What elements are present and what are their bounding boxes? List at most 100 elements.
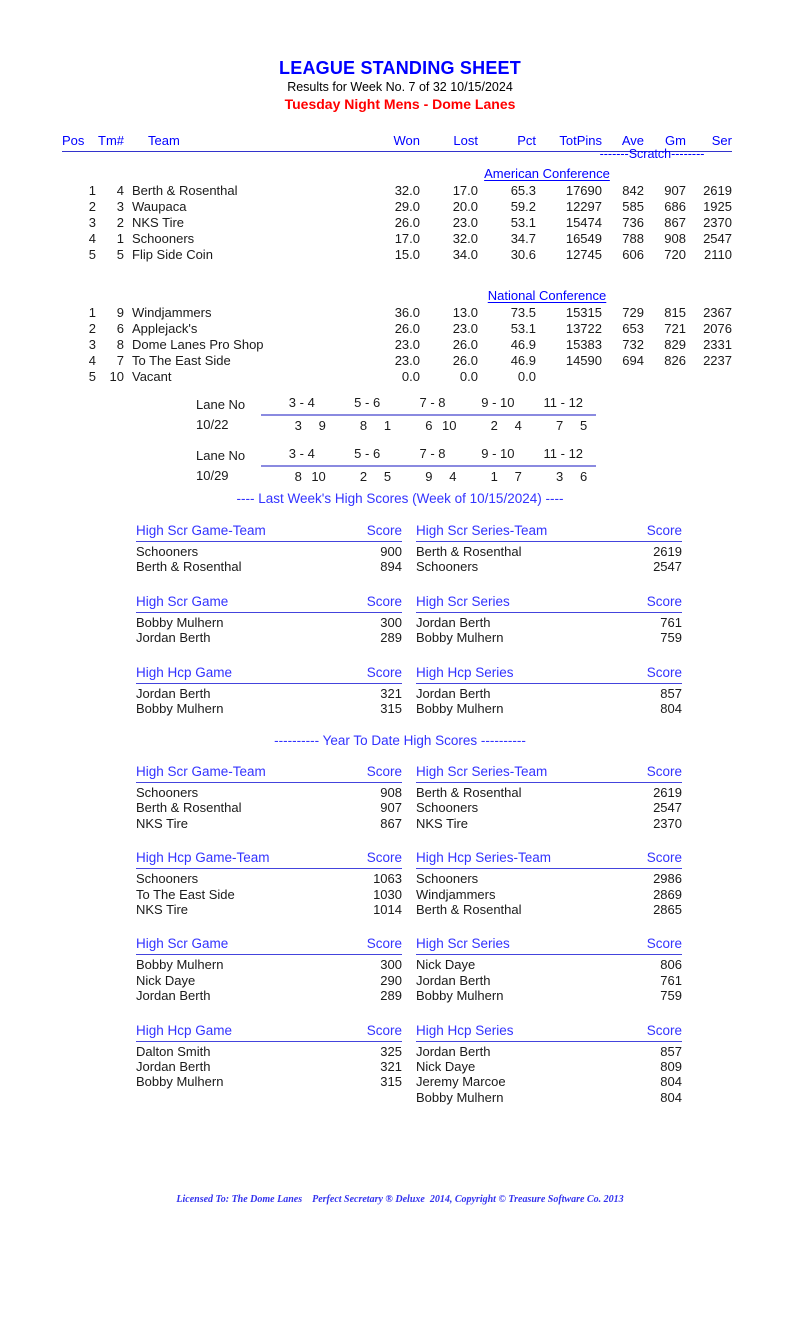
score-row[interactable]: Berth & Rosenthal 2619 [416, 542, 682, 560]
standings-cell-tm: 5 [116, 247, 124, 263]
score-row[interactable]: Jordan Berth 289 [136, 988, 402, 1003]
standings-cell-team: NKS Tire [132, 214, 185, 230]
score-row[interactable]: NKS Tire 867 [136, 816, 402, 831]
score-row[interactable]: Schooners 900 [136, 542, 402, 560]
score-row[interactable]: Schooners 2986 [416, 869, 682, 887]
score-row-value: 761 [660, 614, 682, 630]
standings-row[interactable]: 5 10 Vacant 0.0 0.0 0.0 [62, 369, 732, 385]
standings-cell-gm [644, 369, 686, 385]
standings-row[interactable]: 4 1 Schooners 17.0 32.0 34.7 16549 788 908 2547 [62, 231, 732, 247]
score-row[interactable]: Jordan Berth 761 [416, 973, 682, 988]
score-row[interactable]: Jordan Berth 857 [416, 1041, 682, 1059]
score-row[interactable]: Jordan Berth 761 [416, 612, 682, 630]
score-row[interactable]: NKS Tire 1014 [136, 902, 402, 917]
scratch-group-label: -------Scratch-------- [599, 147, 705, 161]
score-row[interactable]: NKS Tire 2370 [416, 816, 682, 831]
score-row[interactable]: To The East Side 1030 [136, 887, 402, 902]
standings-cell-ser: 2331 [703, 336, 732, 352]
score-table-header-row: High Hcp Game Score [136, 663, 402, 684]
score-column-header: Score [342, 763, 402, 783]
score-row[interactable]: Jordan Berth 321 [136, 1059, 402, 1074]
score-table-right: High Scr Series-Team Score Berth & Rosenth… [416, 522, 682, 575]
lane-team-right: 5 [383, 469, 392, 484]
standings-cell-totpins: 15315 [565, 304, 602, 320]
score-row[interactable]: Schooners 908 [136, 783, 402, 801]
score-row-value: 759 [660, 630, 682, 646]
standings-cell-team: Flip Side Coin [132, 247, 213, 263]
lane-matchup-cell: 8 10 [269, 466, 334, 486]
score-row-name: NKS Tire [136, 815, 189, 831]
standings-cell-ave: 585 [622, 198, 644, 214]
score-row[interactable]: Dalton Smith 325 [136, 1041, 402, 1059]
standings-cell-pct: 30.6 [510, 247, 536, 263]
standings-cell-totpins: 12745 [565, 247, 602, 263]
score-table-header-row: High Scr Series Score [416, 592, 682, 613]
standings-row[interactable]: 4 7 To The East Side 23.0 26.0 46.9 14590 694 82… [62, 353, 732, 369]
score-row-value: 300 [380, 614, 402, 630]
score-table-left: High Scr Game Score Bobby Mulhern 300 Jordan… [136, 592, 402, 646]
standings-cell-pos: 5 [88, 369, 96, 385]
score-column-header: Score [342, 663, 402, 684]
score-row-value: 315 [380, 1074, 402, 1090]
score-row[interactable]: Berth & Rosenthal 894 [136, 559, 402, 574]
score-row-name: Nick Daye [416, 957, 476, 973]
score-row[interactable]: Bobby Mulhern 804 [416, 701, 682, 716]
standings-row[interactable]: 1 9 Windjammers 36.0 13.0 73.5 15315 729 815 2367 [62, 305, 732, 321]
standings-row[interactable]: 3 2 NKS Tire 26.0 23.0 53.1 15474 736 867 2370 [62, 215, 732, 231]
standings-cell-pos: 1 [88, 182, 96, 198]
score-row[interactable]: Nick Daye 809 [416, 1059, 682, 1074]
score-row-name: Berth & Rosenthal [416, 902, 522, 917]
score-table-header-row: High Hcp Game-Team Score [136, 849, 402, 870]
lane-matchup-cell: 81 [334, 415, 399, 435]
score-row[interactable]: Jeremy Marcoe 804 [416, 1074, 682, 1089]
score-row[interactable]: Bobby Mulhern 300 [136, 612, 402, 630]
standings-row[interactable]: 5 5 Flip Side Coin 15.0 34.0 30.6 12745 606 720 2… [62, 247, 732, 263]
standings-row[interactable]: 2 6 Applejack's 26.0 23.0 53.1 13722 653 721 2076 [62, 321, 732, 337]
score-row-value: 1030 [373, 886, 402, 902]
score-row-name: Jeremy Marcoe [416, 1074, 506, 1090]
score-table-left: High Scr Game-Team Score Schooners 908 Berth… [136, 763, 402, 831]
score-row[interactable]: Windjammers 2869 [416, 887, 682, 902]
lane-team-right: 6 [580, 469, 588, 484]
score-row[interactable]: Jordan Berth 857 [416, 683, 682, 701]
score-row-name: NKS Tire [136, 902, 189, 917]
score-row[interactable]: Bobby Mulhern 315 [136, 701, 402, 716]
score-row[interactable]: Nick Daye 290 [136, 973, 402, 988]
score-row-name: Jordan Berth [136, 630, 211, 646]
standings-row[interactable]: 2 3 Waupaca 29.0 20.0 59.2 12297 585 686 1925 [62, 199, 732, 215]
standings-cell-ave: 842 [622, 182, 644, 198]
standings-row[interactable]: 3 8 Dome Lanes Pro Shop 23.0 26.0 46.9 15383 73… [62, 337, 732, 353]
standings-cell-lost: 32.0 [452, 231, 478, 247]
score-row[interactable]: Jordan Berth 289 [136, 630, 402, 645]
league-name-line: Tuesday Night Mens - Dome Lanes [284, 96, 516, 112]
score-row[interactable]: Bobby Mulhern 759 [416, 630, 682, 645]
score-row-name: Schooners [416, 800, 479, 816]
score-row[interactable]: Schooners 1063 [136, 869, 402, 887]
score-row[interactable]: Bobby Mulhern 804 [416, 1090, 682, 1105]
standings-cell-lost: 13.0 [452, 304, 478, 320]
score-table-header-row: High Hcp Series Score [416, 1021, 682, 1042]
score-row[interactable]: Jordan Berth 321 [136, 683, 402, 701]
standings-cell-lost: 17.0 [452, 182, 478, 198]
standings-row[interactable]: 1 4 Berth & Rosenthal 32.0 17.0 65.3 17690 842 9… [62, 183, 732, 199]
score-row-value: 2547 [653, 559, 682, 575]
score-table-right: High Scr Series Score Jordan Berth 761 Bobby… [416, 592, 682, 646]
score-row[interactable]: Berth & Rosenthal 907 [136, 800, 402, 815]
score-row[interactable]: Bobby Mulhern 315 [136, 1074, 402, 1089]
score-row-value: 1063 [373, 871, 402, 887]
score-row[interactable]: Berth & Rosenthal 2619 [416, 783, 682, 801]
score-row[interactable]: Nick Daye 806 [416, 955, 682, 973]
lane-team-left: 3 [294, 418, 302, 433]
standings-cell-ser: 2619 [703, 182, 732, 198]
score-row[interactable]: Schooners 2547 [416, 559, 682, 574]
score-table-header-row: High Scr Game-Team Score [136, 522, 402, 542]
score-table-title: High Scr Series [416, 592, 622, 613]
score-row[interactable]: Bobby Mulhern 300 [136, 955, 402, 973]
standings-cell-gm: 867 [664, 214, 686, 230]
standings-cell-won: 26.0 [394, 214, 420, 230]
score-row[interactable]: Berth & Rosenthal 2865 [416, 902, 682, 917]
score-row[interactable]: Bobby Mulhern 759 [416, 988, 682, 1003]
score-row-value: 325 [380, 1043, 402, 1059]
score-column-header: Score [342, 849, 402, 870]
score-row[interactable]: Schooners 2547 [416, 800, 682, 815]
